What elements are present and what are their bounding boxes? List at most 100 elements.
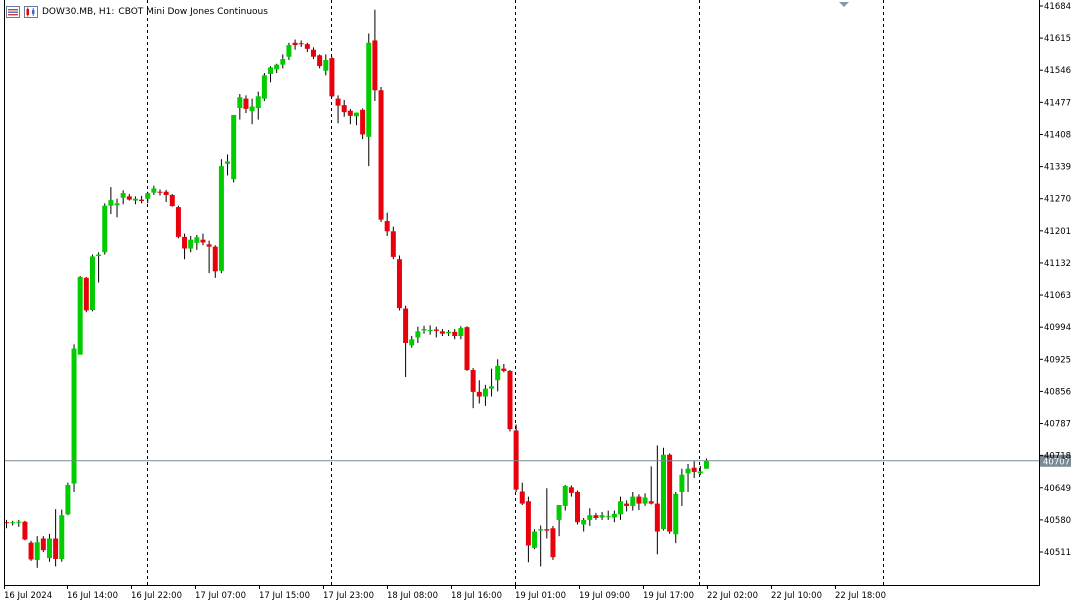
candle	[71, 344, 77, 492]
candle	[120, 190, 126, 205]
y-tick-label: 41339	[1044, 163, 1071, 173]
candle	[46, 533, 52, 562]
candle	[691, 461, 697, 478]
y-tick-label: 41201	[1044, 227, 1071, 237]
candle	[409, 336, 415, 348]
candle	[660, 447, 666, 531]
current-price-line: 40707	[4, 454, 1071, 467]
y-tick-label: 41546	[1044, 66, 1071, 76]
bearish-candle-body	[648, 501, 654, 504]
x-tick-label: 16 Jul 14:00	[67, 591, 118, 601]
bearish-candle-body	[384, 221, 390, 232]
price-chart[interactable]: 40707 40511 40580 40649 40718 40787 40856 4092…	[0, 0, 1088, 603]
candle	[519, 482, 525, 505]
bullish-candle-body	[366, 42, 372, 137]
bullish-candle-body	[618, 501, 623, 515]
bearish-candle-body	[28, 542, 34, 560]
bullish-candle-body	[218, 166, 224, 271]
y-tick-label: 40649	[1044, 484, 1071, 494]
bearish-candle-body	[83, 277, 89, 311]
bearish-candle-body	[568, 487, 574, 493]
bullish-candle-body	[188, 239, 194, 249]
bullish-candle-body	[71, 348, 77, 484]
candle	[501, 363, 507, 373]
bullish-candle-body	[102, 205, 108, 253]
candle	[525, 496, 531, 563]
x-tick-label: 17 Jul 15:00	[259, 591, 310, 601]
y-tick-label: 41615	[1044, 34, 1071, 44]
candle	[513, 424, 519, 492]
candle	[470, 368, 476, 409]
bearish-candle-body	[40, 538, 46, 551]
bullish-candle-body	[673, 493, 679, 535]
x-tick-label: 16 Jul 22:00	[131, 591, 182, 601]
candle	[366, 33, 372, 167]
bullish-candle-body	[59, 515, 65, 559]
candle	[231, 114, 237, 183]
x-tick-label: 22 Jul 10:00	[771, 591, 822, 601]
bearish-candle-body	[292, 42, 298, 46]
candle	[495, 359, 501, 392]
bullish-candle-body	[89, 256, 95, 310]
bearish-candle-body	[396, 259, 402, 309]
bullish-candle-body	[353, 112, 359, 117]
bearish-candle-body	[317, 55, 323, 67]
bearish-candle-body	[654, 503, 660, 532]
candle	[126, 194, 132, 201]
x-tick-label: 18 Jul 16:00	[451, 591, 502, 601]
bullish-candle-body	[538, 529, 544, 531]
bullish-candle-body	[255, 96, 261, 108]
candle	[83, 276, 89, 313]
x-tick-label: 19 Jul 17:00	[643, 591, 694, 601]
bearish-candle-body	[476, 391, 482, 397]
bullish-candle-body	[599, 515, 605, 518]
bullish-candle-body	[446, 331, 452, 334]
candle	[599, 511, 605, 520]
bullish-candle-body	[458, 328, 464, 337]
candle	[102, 203, 108, 255]
bullish-candle-body	[409, 339, 415, 346]
candle	[360, 108, 366, 140]
bullish-candle-body	[642, 497, 648, 504]
bearish-candle-body	[372, 40, 378, 91]
bullish-candle-body	[268, 67, 274, 74]
candle	[654, 445, 660, 555]
candle	[353, 112, 359, 126]
bullish-candle-body	[581, 519, 587, 525]
bearish-candle-body	[341, 105, 347, 113]
bearish-candle-body	[22, 521, 28, 540]
candle	[249, 98, 255, 125]
bearish-candle-body	[403, 308, 409, 344]
bearish-candle-body	[360, 109, 366, 135]
candles	[4, 9, 709, 568]
bullish-candle-body	[280, 59, 286, 65]
candle	[261, 73, 267, 101]
bullish-candle-body	[261, 75, 267, 99]
candle	[175, 205, 181, 239]
bearish-candle-body	[501, 368, 507, 371]
candle	[323, 54, 329, 76]
candle	[139, 195, 145, 204]
x-tick-label: 22 Jul 18:00	[835, 591, 886, 601]
bullish-candle-body	[16, 521, 22, 523]
bullish-candle-body	[323, 59, 329, 71]
bullish-candle-body	[46, 538, 52, 559]
y-tick-label: 40580	[1044, 516, 1071, 526]
bearish-candle-body	[169, 194, 175, 207]
chart-shift-marker-icon[interactable]	[839, 2, 849, 7]
bearish-candle-body	[298, 43, 304, 45]
bullish-candle-body	[10, 522, 16, 524]
bullish-candle-body	[482, 388, 488, 397]
candle	[550, 525, 556, 560]
axes: 40511 40580 40649 40718 40787 40856 40925 40994…	[4, 0, 1071, 601]
candle	[65, 482, 71, 516]
y-tick-label: 40787	[1044, 420, 1071, 430]
y-tick-label: 41477	[1044, 98, 1071, 108]
candle	[384, 212, 390, 236]
x-tick-label: 19 Jul 09:00	[579, 591, 630, 601]
candle	[421, 325, 427, 334]
candle	[317, 54, 323, 69]
y-tick-label: 41408	[1044, 130, 1071, 140]
candle	[587, 508, 593, 526]
candle	[581, 518, 587, 532]
